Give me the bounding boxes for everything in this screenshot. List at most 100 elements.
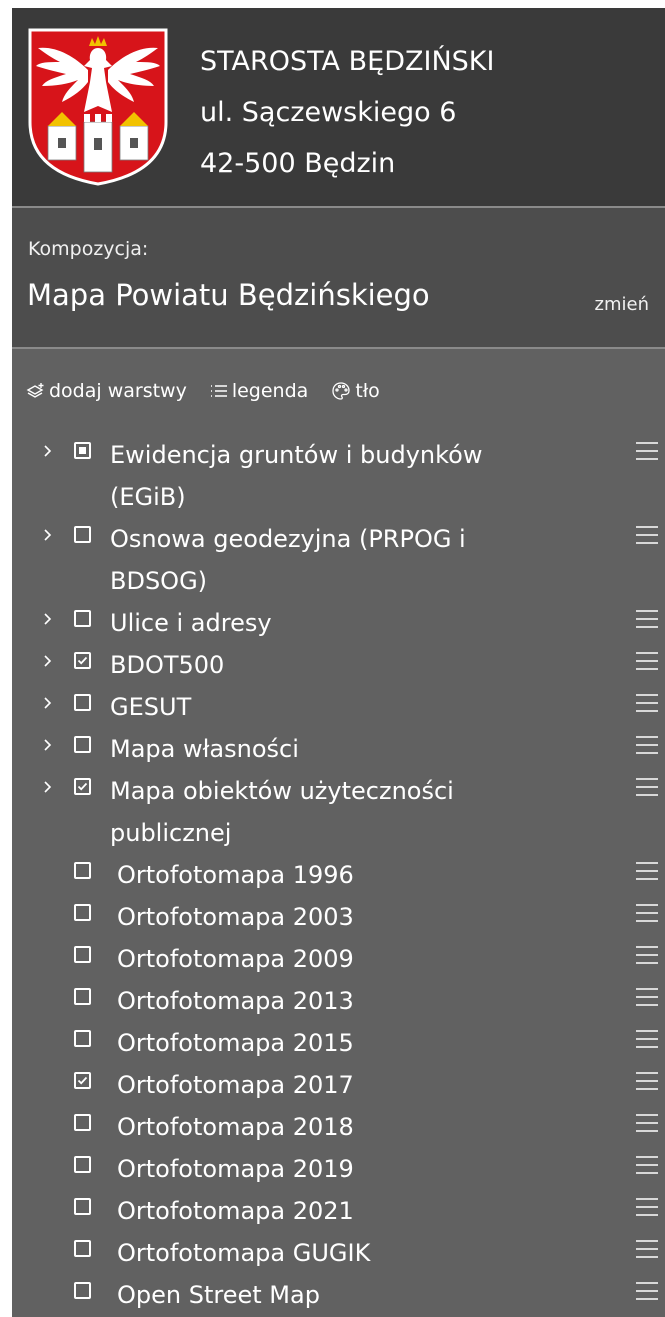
layer-name: Ulice i adresy: [110, 609, 272, 637]
layer-checkbox[interactable]: [74, 988, 91, 1005]
layer-checkbox[interactable]: [74, 862, 91, 879]
layer-checkbox[interactable]: [74, 736, 91, 753]
layer-menu-icon[interactable]: [636, 526, 658, 544]
composition-divider: [12, 347, 665, 349]
layer-checkbox[interactable]: [74, 1282, 91, 1299]
palette-icon: [332, 382, 350, 400]
layer-row: Osnowa geodezyjna (PRPOG i BDSOG): [12, 516, 665, 600]
layer-menu-icon[interactable]: [636, 1072, 658, 1090]
layer-checkbox[interactable]: [74, 652, 91, 669]
layer-name: Ortofotomapa GUGIK: [117, 1239, 371, 1267]
layer-checkbox[interactable]: [74, 1240, 91, 1257]
layer-row: Ortofotomapa 2019: [12, 1146, 665, 1188]
layers-add-icon: [26, 383, 44, 398]
background-label: tło: [355, 380, 380, 402]
composition-label: Kompozycja:: [28, 238, 149, 260]
layer-row: Ortofotomapa 2021: [12, 1188, 665, 1230]
layer-name: GESUT: [110, 693, 192, 721]
layer-menu-icon[interactable]: [636, 694, 658, 712]
coat-of-arms-logo: [28, 28, 168, 186]
check-icon: [77, 782, 88, 791]
layer-row: Ortofotomapa 2017: [12, 1062, 665, 1104]
composition-section: Kompozycja: Mapa Powiatu Będzińskiego zm…: [12, 208, 665, 347]
layer-name: Mapa własności: [110, 735, 299, 763]
layer-menu-icon[interactable]: [636, 778, 658, 796]
layer-menu-icon[interactable]: [636, 652, 658, 670]
check-icon: [77, 1076, 88, 1085]
layer-checkbox[interactable]: [74, 778, 91, 795]
list-icon: [210, 385, 227, 397]
layer-checkbox[interactable]: [74, 694, 91, 711]
layer-name: Ortofotomapa 2019: [117, 1155, 354, 1183]
layer-checkbox[interactable]: [74, 1072, 91, 1089]
legend-button[interactable]: legenda: [209, 380, 308, 402]
layer-toolbar: dodaj warstwy legenda tło: [26, 376, 402, 406]
layer-row: Ortofotomapa 2013: [12, 978, 665, 1020]
layer-menu-icon[interactable]: [636, 442, 658, 460]
legend-label: legenda: [231, 380, 309, 402]
layer-menu-icon[interactable]: [636, 736, 658, 754]
layer-row: Mapa własności: [12, 726, 665, 768]
layer-menu-icon[interactable]: [636, 1030, 658, 1048]
layer-menu-icon[interactable]: [636, 1114, 658, 1132]
add-layers-label: dodaj warstwy: [49, 380, 187, 402]
office-address: STAROSTA BĘDZIŃSKI ul. Sączewskiego 6 42…: [200, 36, 494, 189]
layer-menu-icon[interactable]: [636, 862, 658, 880]
layer-checkbox[interactable]: [74, 904, 91, 921]
expand-chevron-icon[interactable]: [40, 524, 56, 546]
layer-row: BDOT500: [12, 642, 665, 684]
expand-chevron-icon[interactable]: [40, 776, 56, 798]
background-button[interactable]: tło: [330, 380, 380, 402]
header: STAROSTA BĘDZIŃSKI ul. Sączewskiego 6 42…: [12, 8, 665, 206]
layer-name: Open Street Map: [117, 1281, 320, 1309]
layer-name: Ortofotomapa 2003: [117, 903, 354, 931]
expand-chevron-icon[interactable]: [40, 608, 56, 630]
layer-checkbox[interactable]: [74, 1114, 91, 1131]
layer-checkbox[interactable]: [74, 1030, 91, 1047]
layer-row: Ortofotomapa 2018: [12, 1104, 665, 1146]
layer-row: Ulice i adresy: [12, 600, 665, 642]
layer-menu-icon[interactable]: [636, 904, 658, 922]
layer-row: Ewidencja gruntów i budynków (EGiB): [12, 432, 665, 516]
layer-name: Ortofotomapa 2015: [117, 1029, 354, 1057]
layer-menu-icon[interactable]: [636, 946, 658, 964]
layer-menu-icon[interactable]: [636, 1282, 658, 1300]
layer-checkbox[interactable]: [74, 1198, 91, 1215]
office-title: STAROSTA BĘDZIŃSKI: [200, 46, 495, 77]
expand-chevron-icon[interactable]: [40, 692, 56, 714]
layer-name: Ortofotomapa 2013: [117, 987, 354, 1015]
layer-checkbox[interactable]: [74, 442, 91, 459]
layer-name: Ortofotomapa 2018: [117, 1113, 354, 1141]
layer-name: BDOT500: [110, 651, 225, 679]
office-city: 42-500 Będzin: [200, 148, 396, 179]
expand-chevron-icon[interactable]: [40, 650, 56, 672]
layer-name: Ortofotomapa 2017: [117, 1071, 354, 1099]
layer-checkbox[interactable]: [74, 610, 91, 627]
layer-checkbox[interactable]: [74, 1156, 91, 1173]
composition-name: Mapa Powiatu Będzińskiego: [27, 278, 430, 312]
layer-name: Osnowa geodezyjna (PRPOG i BDSOG): [110, 525, 466, 595]
layer-row: Ortofotomapa GUGIK: [12, 1230, 665, 1272]
layer-name: Ewidencja gruntów i budynków (EGiB): [110, 441, 483, 511]
expand-chevron-icon[interactable]: [40, 440, 56, 462]
layer-row: Ortofotomapa 2015: [12, 1020, 665, 1062]
layer-row: Mapa obiektów użyteczności publicznej: [12, 768, 665, 852]
layer-menu-icon[interactable]: [636, 610, 658, 628]
layer-row: Ortofotomapa 2009: [12, 936, 665, 978]
change-composition-link[interactable]: zmień: [595, 294, 649, 315]
layer-name: Mapa obiektów użyteczności publicznej: [110, 777, 454, 847]
layer-checkbox[interactable]: [74, 946, 91, 963]
layer-menu-icon[interactable]: [636, 1240, 658, 1258]
layer-list: Ewidencja gruntów i budynków (EGiB) Osnow…: [12, 432, 665, 1314]
layer-checkbox[interactable]: [74, 526, 91, 543]
layer-menu-icon[interactable]: [636, 1198, 658, 1216]
layer-row: GESUT: [12, 684, 665, 726]
layer-name: Ortofotomapa 2009: [117, 945, 354, 973]
layer-menu-icon[interactable]: [636, 988, 658, 1006]
layer-row: Ortofotomapa 1996: [12, 852, 665, 894]
office-street: ul. Sączewskiego 6: [200, 97, 457, 128]
expand-chevron-icon[interactable]: [40, 734, 56, 756]
layer-name: Ortofotomapa 2021: [117, 1197, 354, 1225]
add-layers-button[interactable]: dodaj warstwy: [26, 380, 187, 402]
layer-menu-icon[interactable]: [636, 1156, 658, 1174]
